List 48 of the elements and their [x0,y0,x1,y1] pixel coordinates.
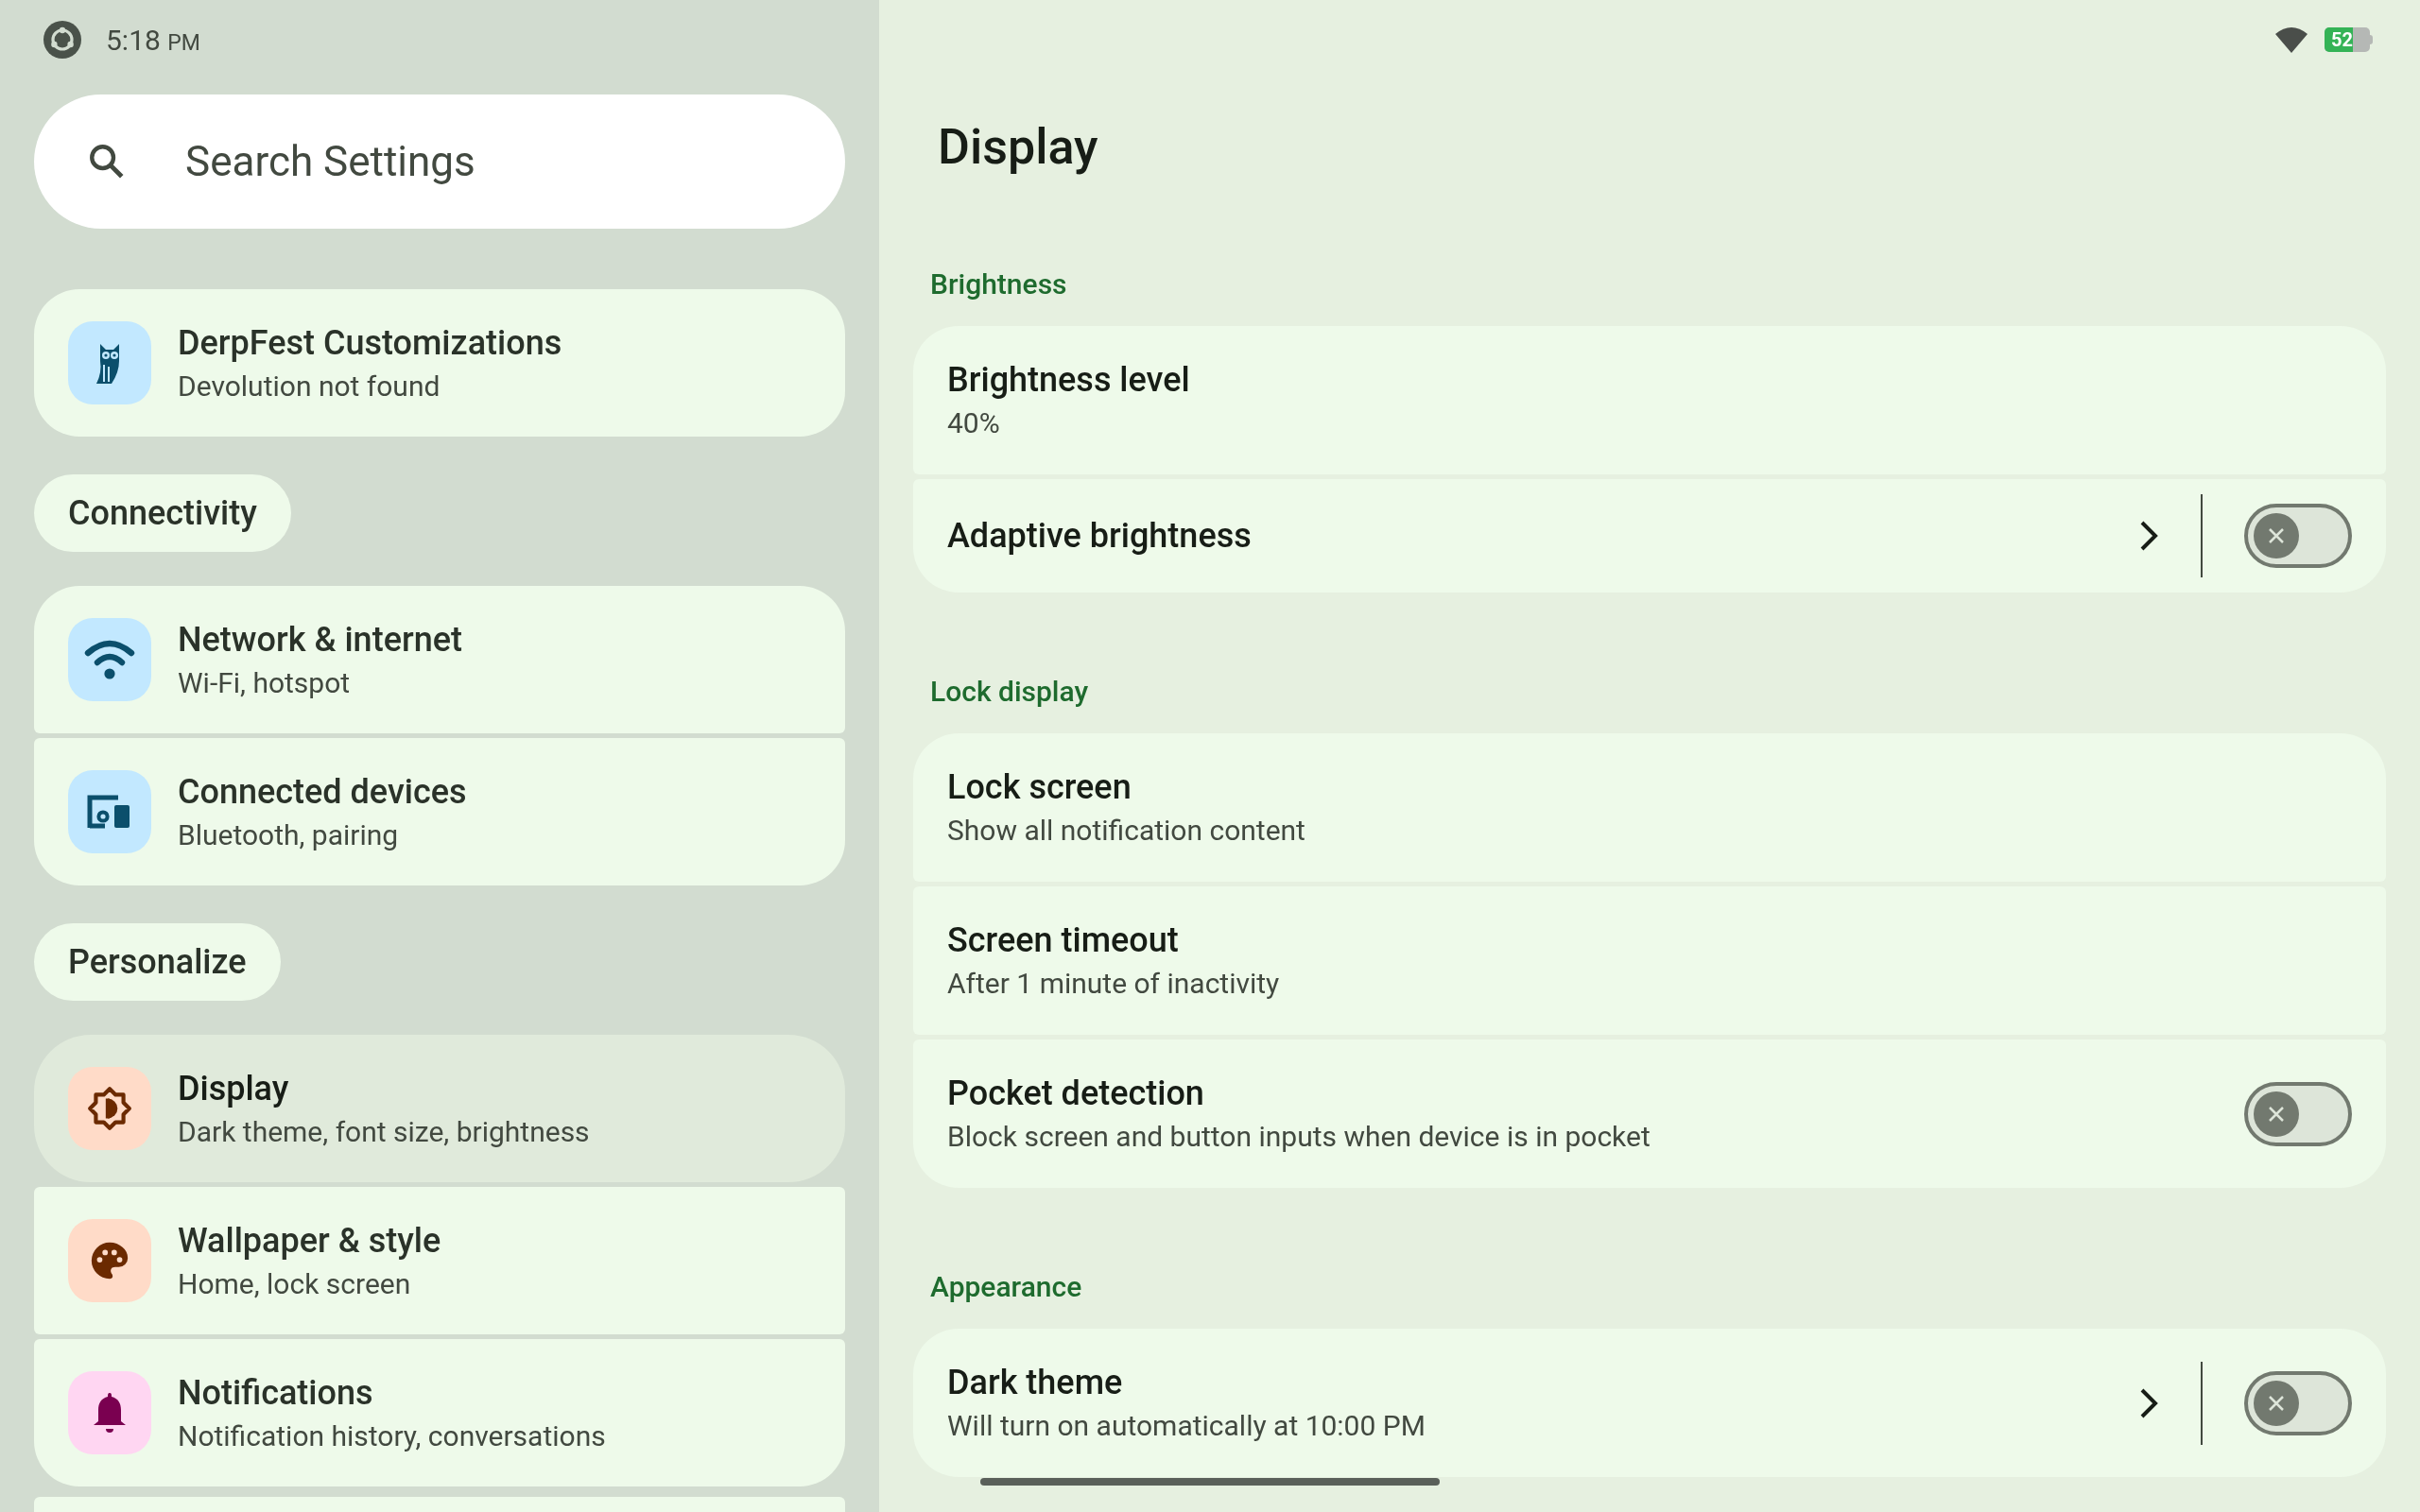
item-title: Network & internet [178,618,462,662]
section-header: Lock display [930,674,1090,710]
settings-item[interactable]: DerpFest Customizations Devolution not found [34,289,845,437]
battery-level: 52 [2331,30,2353,49]
item-subtitle: Devolution not found [178,368,441,404]
chevron-right-icon [2138,519,2159,553]
settings-item[interactable]: Network & internet Wi-Fi, hotspot [34,586,845,733]
setting-row[interactable]: Lock screen Show all notification content [913,733,2386,882]
setting-summary: After 1 minute of inactivity [947,966,1281,1002]
section-header: Appearance [930,1269,1083,1305]
category-chip: Personalize [34,923,281,1001]
item-title: DerpFest Customizations [178,321,562,365]
wifi-icon [84,638,135,681]
setting-title: Screen timeout [947,919,1180,963]
setting-summary: Show all notification content [947,813,1306,849]
section-header: Brightness [930,266,1068,302]
wifi-signal-icon [2275,26,2308,53]
setting-row[interactable]: Adaptive brightness [913,479,2386,593]
setting-summary: Will turn on automatically at 10:00 PM [947,1408,1426,1444]
setting-title: Lock screen [947,766,1132,810]
item-subtitle: Dark theme, font size, brightness [178,1113,590,1150]
item-subtitle: Wi-Fi, hotspot [178,664,352,701]
settings-item[interactable]: Display Dark theme, font size, brightness [34,1035,845,1182]
item-title: Wallpaper & style [178,1219,441,1263]
setting-row[interactable]: Dark theme Will turn on automatically at 10:00 PM [913,1329,2386,1477]
setting-row[interactable]: Screen timeout After 1 minute of inactivity [913,886,2386,1035]
item-title: Display [178,1067,290,1110]
search-field[interactable]: Search Settings [34,94,845,229]
setting-row[interactable]: Pocket detection Block screen and button inputs when device is in pocket [913,1040,2386,1188]
settings-item[interactable]: Connected devices Bluetooth, pairing [34,738,845,885]
setting-title: Adaptive brightness [947,514,1253,558]
item-subtitle: Home, lock screen [178,1265,412,1302]
setting-summary: 40% [947,405,1001,441]
settings-item[interactable]: Wallpaper & style Home, lock screen [34,1187,845,1334]
ring-logo-icon [43,21,81,59]
item-title: Notifications [178,1371,374,1415]
category-chip: Connectivity [34,474,291,552]
status-time: 5:18 PM [106,22,200,59]
settings-item[interactable]: Notifications Notification history, conversations [34,1339,845,1486]
brightness-icon [86,1085,133,1132]
item-subtitle: Bluetooth, pairing [178,816,400,853]
setting-title: Brightness level [947,359,1191,403]
setting-title: Dark theme [947,1362,1124,1405]
setting-row[interactable]: Brightness level 40% [913,326,2386,474]
setting-summary: Block screen and button inputs when device is in pocket [947,1119,1651,1155]
setting-title: Pocket detection [947,1073,1205,1116]
item-subtitle: Notification history, conversations [178,1418,606,1454]
item-title: Connected devices [178,770,467,814]
